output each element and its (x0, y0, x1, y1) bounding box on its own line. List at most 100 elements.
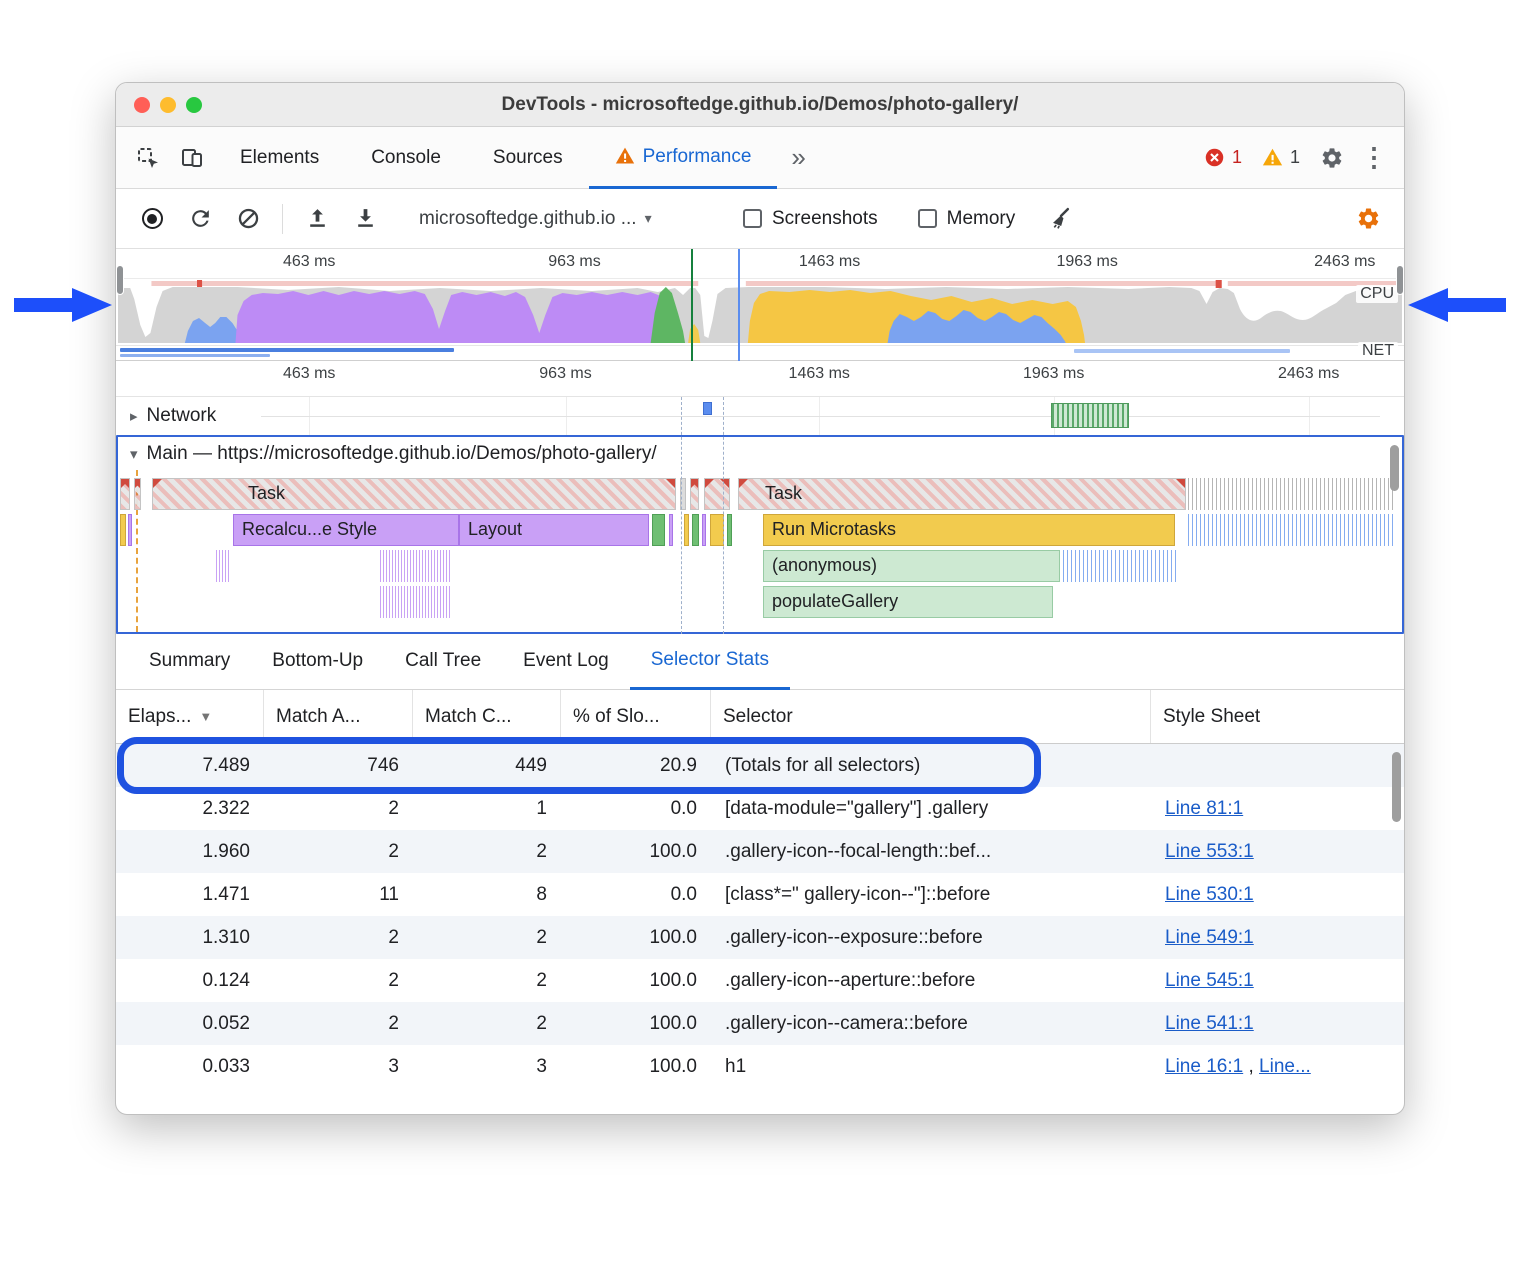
cpu-overview-chart[interactable]: CPU (116, 279, 1404, 345)
network-request-bar[interactable] (1051, 403, 1129, 428)
table-row[interactable]: 1.96022100.0.gallery-icon--focal-length:… (116, 830, 1404, 873)
load-profile-button[interactable] (295, 197, 339, 241)
profile-select[interactable]: microsoftedge.github.io ... ▾ (391, 208, 721, 230)
memory-checkbox[interactable]: Memory (918, 208, 1016, 230)
more-tabs-button[interactable]: » (777, 142, 819, 173)
disclosure-expanded-icon[interactable]: ▾ (130, 445, 138, 463)
render-fragment[interactable] (702, 514, 706, 546)
playhead-marker[interactable] (691, 249, 693, 361)
overview-left-handle[interactable] (116, 265, 124, 295)
column-header-match-count[interactable]: Match C... (413, 690, 561, 743)
style-sheet-cell: Line 541:1 (1151, 1002, 1386, 1045)
tab-selector-stats[interactable]: Selector Stats (630, 634, 790, 690)
tab-call-tree[interactable]: Call Tree (384, 634, 502, 690)
task-fragment[interactable] (704, 478, 730, 510)
populate-gallery-bar[interactable]: populateGallery (763, 586, 1053, 618)
layout-bar[interactable]: Layout (459, 514, 649, 546)
collect-garbage-button[interactable] (1037, 197, 1081, 241)
long-task-bar[interactable]: Task (152, 478, 676, 510)
main-thread-track[interactable]: ▾ Main — https://microsoftedge.github.io… (116, 435, 1404, 634)
long-task-bar[interactable]: Task (738, 478, 1186, 510)
inspect-element-button[interactable] (126, 136, 170, 180)
recalculate-style-bar[interactable]: Recalcu...e Style (233, 514, 459, 546)
run-microtasks-bar[interactable]: Run Microtasks (763, 514, 1175, 546)
network-request-marker[interactable] (703, 402, 712, 415)
table-row[interactable]: 0.03333100.0h1Line 16:1 , Line... (116, 1045, 1404, 1088)
minimize-window-button[interactable] (160, 97, 176, 113)
bottom-panel: Summary Bottom-Up Call Tree Event Log Se… (116, 634, 1404, 1088)
render-fragment[interactable] (128, 514, 132, 546)
download-icon (353, 206, 378, 231)
table-row[interactable]: 1.31022100.0.gallery-icon--exposure::bef… (116, 916, 1404, 959)
table-row[interactable]: 2.322210.0[data-module="gallery"] .galle… (116, 787, 1404, 830)
checkbox-icon (743, 209, 762, 228)
main-track-header[interactable]: ▾ Main — https://microsoftedge.github.io… (118, 437, 1402, 470)
device-toolbar-button[interactable] (170, 136, 214, 180)
tab-bottom-up[interactable]: Bottom-Up (251, 634, 384, 690)
paint-fragment[interactable] (727, 514, 732, 546)
column-header-elapsed[interactable]: Elaps... ▼ (116, 690, 264, 743)
script-fragment[interactable] (710, 514, 724, 546)
stylesheet-link[interactable]: Line... (1259, 1056, 1311, 1077)
tab-sources[interactable]: Sources (467, 127, 589, 189)
table-row[interactable]: 7.48974644920.9(Totals for all selectors… (116, 744, 1404, 787)
tab-summary[interactable]: Summary (128, 634, 251, 690)
timeline-overview[interactable]: 463 ms 963 ms 1463 ms 1963 ms 2463 ms (116, 249, 1404, 361)
dense-task-stripes[interactable] (1188, 478, 1393, 510)
clear-icon (236, 206, 261, 231)
reload-and-record-button[interactable] (178, 197, 222, 241)
save-profile-button[interactable] (343, 197, 387, 241)
paint-fragment[interactable] (692, 514, 699, 546)
fullscreen-window-button[interactable] (186, 97, 202, 113)
record-button[interactable] (130, 197, 174, 241)
stylesheet-link[interactable]: Line 553:1 (1165, 841, 1254, 862)
tab-event-log[interactable]: Event Log (502, 634, 630, 690)
dense-script-stripes[interactable] (1188, 514, 1393, 546)
style-stripes[interactable] (216, 550, 230, 582)
dense-script-stripes[interactable] (1063, 550, 1178, 582)
tab-console[interactable]: Console (345, 127, 467, 189)
capture-settings-button[interactable] (1346, 197, 1390, 241)
column-header-style-sheet[interactable]: Style Sheet (1151, 690, 1386, 743)
flame-chart[interactable]: Task Task Recalcu...e Style Layout Run M… (118, 470, 1402, 632)
style-stripes[interactable] (380, 550, 450, 582)
close-window-button[interactable] (134, 97, 150, 113)
stylesheet-link[interactable]: Line 549:1 (1165, 927, 1254, 948)
column-header-match-attempts[interactable]: Match A... (264, 690, 413, 743)
stylesheet-link[interactable]: Line 541:1 (1165, 1013, 1254, 1034)
settings-button[interactable] (1310, 136, 1354, 180)
elapsed-cell: 1.310 (116, 916, 264, 959)
table-scrollbar-thumb[interactable] (1392, 752, 1401, 822)
table-row[interactable]: 0.05222100.0.gallery-icon--camera::befor… (116, 1002, 1404, 1045)
marker-dashed-line (723, 397, 724, 634)
disclosure-collapsed-icon[interactable]: ▸ (130, 407, 138, 425)
paint-fragment[interactable] (652, 514, 665, 546)
kebab-menu-button[interactable]: ⋮ (1354, 136, 1394, 180)
anonymous-function-bar[interactable]: (anonymous) (763, 550, 1060, 582)
style-stripes[interactable] (380, 586, 450, 618)
screenshots-checkbox[interactable]: Screenshots (743, 208, 878, 230)
render-fragment[interactable] (669, 514, 673, 546)
stylesheet-link[interactable]: Line 81:1 (1165, 798, 1243, 819)
tab-performance[interactable]: Performance (589, 127, 778, 189)
clear-button[interactable] (226, 197, 270, 241)
selection-edge-marker[interactable] (738, 249, 740, 361)
stylesheet-link[interactable]: Line 16:1 (1165, 1056, 1243, 1077)
network-track[interactable]: ▸ Network (116, 397, 1404, 435)
task-fragment[interactable] (134, 478, 141, 510)
task-fragment[interactable] (690, 478, 699, 510)
error-badge[interactable]: 1 (1194, 147, 1252, 168)
timeline-scrollbar-thumb[interactable] (1390, 445, 1399, 491)
table-row[interactable]: 0.12422100.0.gallery-icon--aperture::bef… (116, 959, 1404, 1002)
tab-elements[interactable]: Elements (214, 127, 345, 189)
script-fragment[interactable] (684, 514, 689, 546)
column-header-slow-path[interactable]: % of Slo... (561, 690, 711, 743)
table-row[interactable]: 1.4711180.0[class*=" gallery-icon--"]::b… (116, 873, 1404, 916)
overview-right-handle[interactable] (1396, 265, 1404, 295)
warning-badge[interactable]: 1 (1252, 147, 1310, 168)
task-fragment[interactable] (120, 478, 130, 510)
stylesheet-link[interactable]: Line 530:1 (1165, 884, 1254, 905)
stylesheet-link[interactable]: Line 545:1 (1165, 970, 1254, 991)
column-header-selector[interactable]: Selector (711, 690, 1151, 743)
script-fragment[interactable] (120, 514, 126, 546)
